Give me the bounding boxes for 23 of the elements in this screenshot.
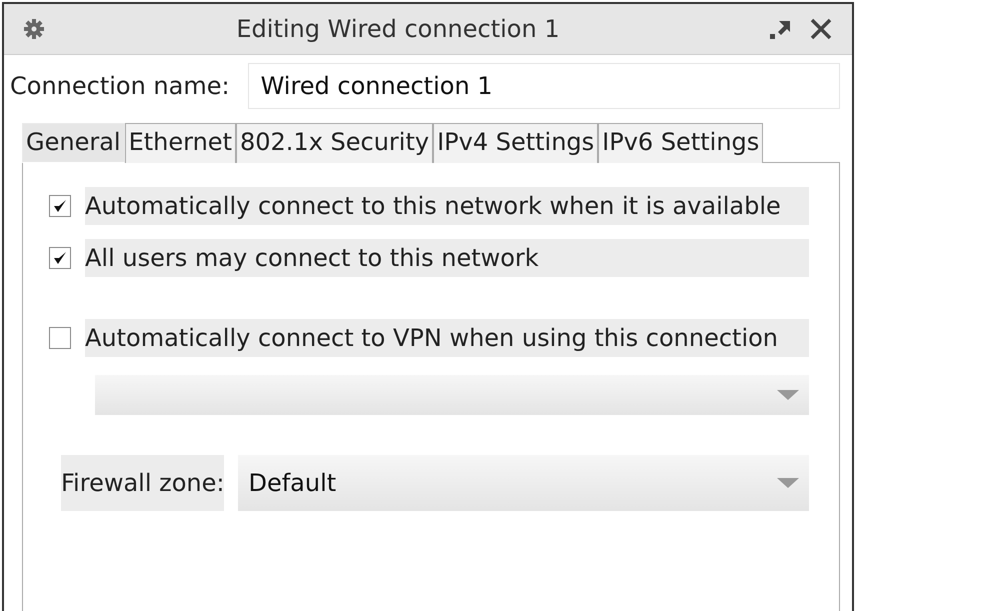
checkbox-label[interactable]: Automatically connect to VPN when using this connection (85, 319, 809, 357)
checkmark-icon (53, 199, 67, 213)
dropdown-caret-icon (777, 478, 799, 488)
close-icon[interactable] (810, 18, 832, 40)
window-title: Editing Wired connection 1 (235, 15, 561, 43)
maximize-icon[interactable] (770, 19, 792, 39)
checkbox-label[interactable]: All users may connect to this network (85, 239, 809, 277)
dropdown-caret-icon (777, 390, 799, 400)
checkbox[interactable] (49, 327, 71, 349)
connection-name-label: Connection name: (10, 72, 230, 100)
firewall-zone-label: Firewall zone: (61, 455, 224, 511)
tab[interactable]: Ethernet (124, 123, 236, 163)
checkmark-icon (53, 251, 67, 265)
tab[interactable]: General (22, 123, 125, 163)
settings-icon[interactable] (24, 19, 44, 39)
tab[interactable]: IPv4 Settings (433, 123, 598, 163)
tab[interactable]: IPv6 Settings (598, 123, 764, 163)
checkbox-label[interactable]: Automatically connect to this network when it is available (85, 187, 809, 225)
tab[interactable]: 802.1x Security (236, 123, 434, 163)
firewall-zone-dropdown[interactable]: Default (238, 455, 809, 511)
checkbox[interactable] (49, 247, 71, 269)
connection-name-field[interactable]: Wired connection 1 (248, 63, 840, 109)
checkbox[interactable] (49, 195, 71, 217)
